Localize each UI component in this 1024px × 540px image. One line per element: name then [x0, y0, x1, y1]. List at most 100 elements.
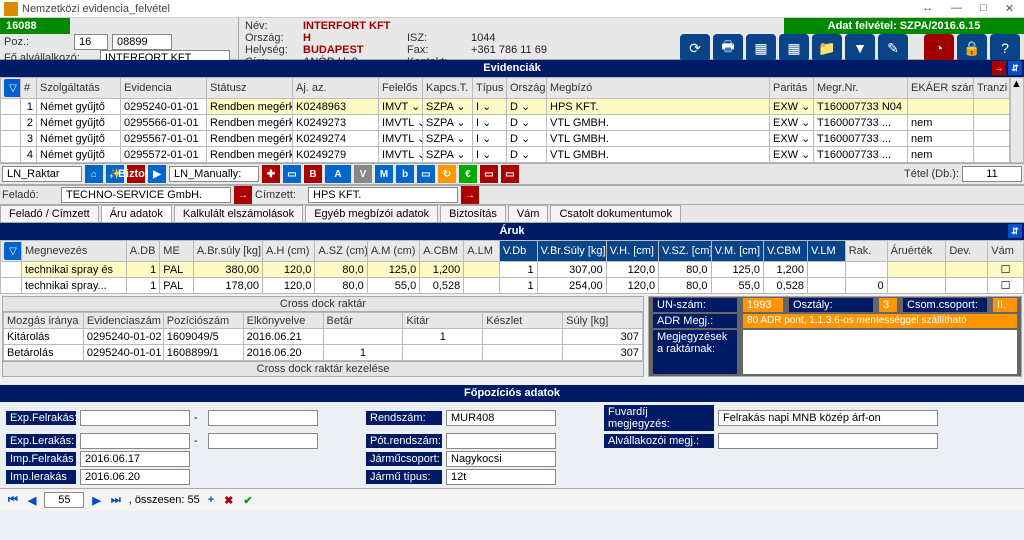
- print-button[interactable]: 🖶: [713, 34, 743, 62]
- win-close-icon[interactable]: ✕: [1005, 2, 1014, 15]
- refresh-button[interactable]: ⟳: [680, 34, 710, 62]
- col-kt[interactable]: Kapcs.T.: [423, 78, 473, 99]
- cimzett-label: Címzett:: [255, 189, 305, 201]
- expfel2[interactable]: [208, 410, 318, 426]
- alv-field[interactable]: [718, 433, 938, 449]
- col-num[interactable]: #: [21, 78, 37, 99]
- col-orsz[interactable]: Ország: [507, 78, 547, 99]
- col-stat[interactable]: Státusz: [207, 78, 293, 99]
- col-tr[interactable]: Tranzi: [974, 78, 1010, 99]
- tab-6[interactable]: Csatolt dokumentumok: [550, 205, 681, 222]
- impler-field[interactable]: 2016.06.20: [80, 469, 190, 485]
- tab-0[interactable]: Feladó / Címzett: [0, 205, 99, 222]
- lock-button[interactable]: 🔒: [957, 34, 987, 62]
- tab-4[interactable]: Biztosítás: [440, 205, 506, 222]
- impfel-field[interactable]: 2016.06.17: [80, 451, 190, 467]
- col-tip[interactable]: Típus: [473, 78, 507, 99]
- crossdock-title: Cross dock raktár: [3, 297, 643, 312]
- biztosi-button[interactable]: Biztosí: [127, 165, 145, 183]
- tab-5[interactable]: Vám: [508, 205, 549, 222]
- a-button[interactable]: A: [325, 165, 351, 183]
- home-icon[interactable]: ⌂: [85, 165, 103, 183]
- b2-button[interactable]: b: [396, 165, 414, 183]
- jt-field[interactable]: 12t: [446, 469, 556, 485]
- tab-3[interactable]: Egyéb megbízói adatok: [305, 205, 438, 222]
- win-min-icon[interactable]: —: [951, 2, 962, 15]
- col-evid[interactable]: Evidencia: [121, 78, 207, 99]
- table-row[interactable]: Betárolás0295240-01-011608899/12016.06.2…: [4, 345, 643, 361]
- crossdock-table: Mozgás irányaEvidenciaszámPozíciószámElk…: [3, 312, 643, 361]
- col-fel[interactable]: Felelős: [379, 78, 423, 99]
- table-row[interactable]: 1Német gyűjtő0295240-01-01Rendben megérk…: [1, 99, 1010, 115]
- nav-next-button[interactable]: ▶: [90, 494, 102, 507]
- nav-rec[interactable]: 55: [44, 492, 84, 508]
- table-row[interactable]: technikai spray...1PAL178,00120,080,055,…: [1, 278, 1024, 294]
- aruk-expand-button[interactable]: ⇵: [1008, 224, 1022, 238]
- help-button[interactable]: ?: [990, 34, 1020, 62]
- col-ek[interactable]: EKÁER szám: [908, 78, 974, 99]
- expfel1[interactable]: [80, 410, 190, 426]
- pos-field1[interactable]: 16: [74, 34, 108, 50]
- section-add-button[interactable]: →: [992, 61, 1006, 75]
- warn-button[interactable]: €: [459, 165, 477, 183]
- pos-field2[interactable]: 08899: [112, 34, 172, 50]
- expler2[interactable]: [208, 433, 318, 449]
- m-button[interactable]: M: [375, 165, 393, 183]
- chart-button[interactable]: ◔: [924, 34, 954, 62]
- nav-last-button[interactable]: ⏭: [109, 494, 123, 507]
- folder-button[interactable]: 📁: [812, 34, 842, 62]
- col-par[interactable]: Paritás: [770, 78, 814, 99]
- rend-field[interactable]: MUR408: [446, 410, 556, 426]
- jcs-field[interactable]: Nagykocsi: [446, 451, 556, 467]
- export2-button[interactable]: ▦: [779, 34, 809, 62]
- nav-del-button[interactable]: ✖: [222, 494, 235, 507]
- export-xls-button[interactable]: ▦: [746, 34, 776, 62]
- ln-manually-field[interactable]: LN_Manually:: [169, 166, 259, 182]
- arrow-icon[interactable]: ▶: [148, 165, 166, 183]
- felado-go-button[interactable]: →: [234, 186, 252, 204]
- tetel-value[interactable]: 11: [962, 166, 1022, 182]
- del1-button[interactable]: ▭: [480, 165, 498, 183]
- nav-first-button[interactable]: ⏮: [6, 494, 20, 507]
- cimzett-field[interactable]: HPS KFT.: [308, 187, 458, 203]
- col-szolg[interactable]: Szolgáltatás: [37, 78, 121, 99]
- col-megb[interactable]: Megbízó: [547, 78, 770, 99]
- megj-field[interactable]: [743, 330, 1017, 374]
- b-button[interactable]: B: [304, 165, 322, 183]
- plus-button[interactable]: ✚: [262, 165, 280, 183]
- vscrollbar[interactable]: ▲: [1010, 77, 1024, 163]
- section-expand-button[interactable]: ⇵: [1008, 61, 1022, 75]
- nav-prev-button[interactable]: ◀: [26, 494, 38, 507]
- col-megr[interactable]: Megr.Nr.: [814, 78, 908, 99]
- tab-1[interactable]: Áru adatok: [101, 205, 172, 222]
- table-row[interactable]: technikai spray és1PAL380,00120,080,0125…: [1, 262, 1024, 278]
- cimzett-go-button[interactable]: →: [461, 186, 479, 204]
- reload-button[interactable]: ↻: [438, 165, 456, 183]
- filter-button[interactable]: ▼: [845, 34, 875, 62]
- evidenciak-title: Evidenciák: [483, 62, 540, 74]
- csom-value[interactable]: II.: [993, 298, 1017, 312]
- v-button[interactable]: V: [354, 165, 372, 183]
- doc-icon[interactable]: ▭: [283, 165, 301, 183]
- filter-icon[interactable]: ▽: [4, 79, 21, 97]
- nev-label: Név:: [245, 20, 299, 32]
- nav-ok-button[interactable]: ✔: [241, 494, 254, 507]
- pot-field[interactable]: [446, 433, 556, 449]
- doc2-icon[interactable]: ▭: [417, 165, 435, 183]
- table-row[interactable]: 4Német gyűjtő0295572-01-01Rendben megérk…: [1, 147, 1010, 163]
- win-resize-icon[interactable]: ↔: [922, 2, 933, 15]
- expler1[interactable]: [80, 433, 190, 449]
- nav-add-button[interactable]: +: [206, 494, 216, 506]
- table-row[interactable]: 2Német gyűjtő0295566-01-01Rendben megérk…: [1, 115, 1010, 131]
- crossdock-kezeles[interactable]: Cross dock raktár kezelése: [3, 361, 643, 376]
- felado-field[interactable]: TECHNO-SERVICE GmbH.: [61, 187, 231, 203]
- table-row[interactable]: 3Német gyűjtő0295567-01-01Rendben megérk…: [1, 131, 1010, 147]
- table-row[interactable]: Kitárolás0295240-01-021609049/52016.06.2…: [4, 329, 643, 345]
- del2-button[interactable]: ▭: [501, 165, 519, 183]
- ln-raktar-field[interactable]: LN_Raktar: [2, 166, 82, 182]
- col-aj[interactable]: Aj. az.: [293, 78, 379, 99]
- tab-2[interactable]: Kalkulált elszámolások: [174, 205, 303, 222]
- fuv-field[interactable]: Felrakás napi MNB közép árf-on: [718, 410, 938, 426]
- win-max-icon[interactable]: □: [980, 2, 987, 15]
- compose-button[interactable]: ✎: [878, 34, 908, 62]
